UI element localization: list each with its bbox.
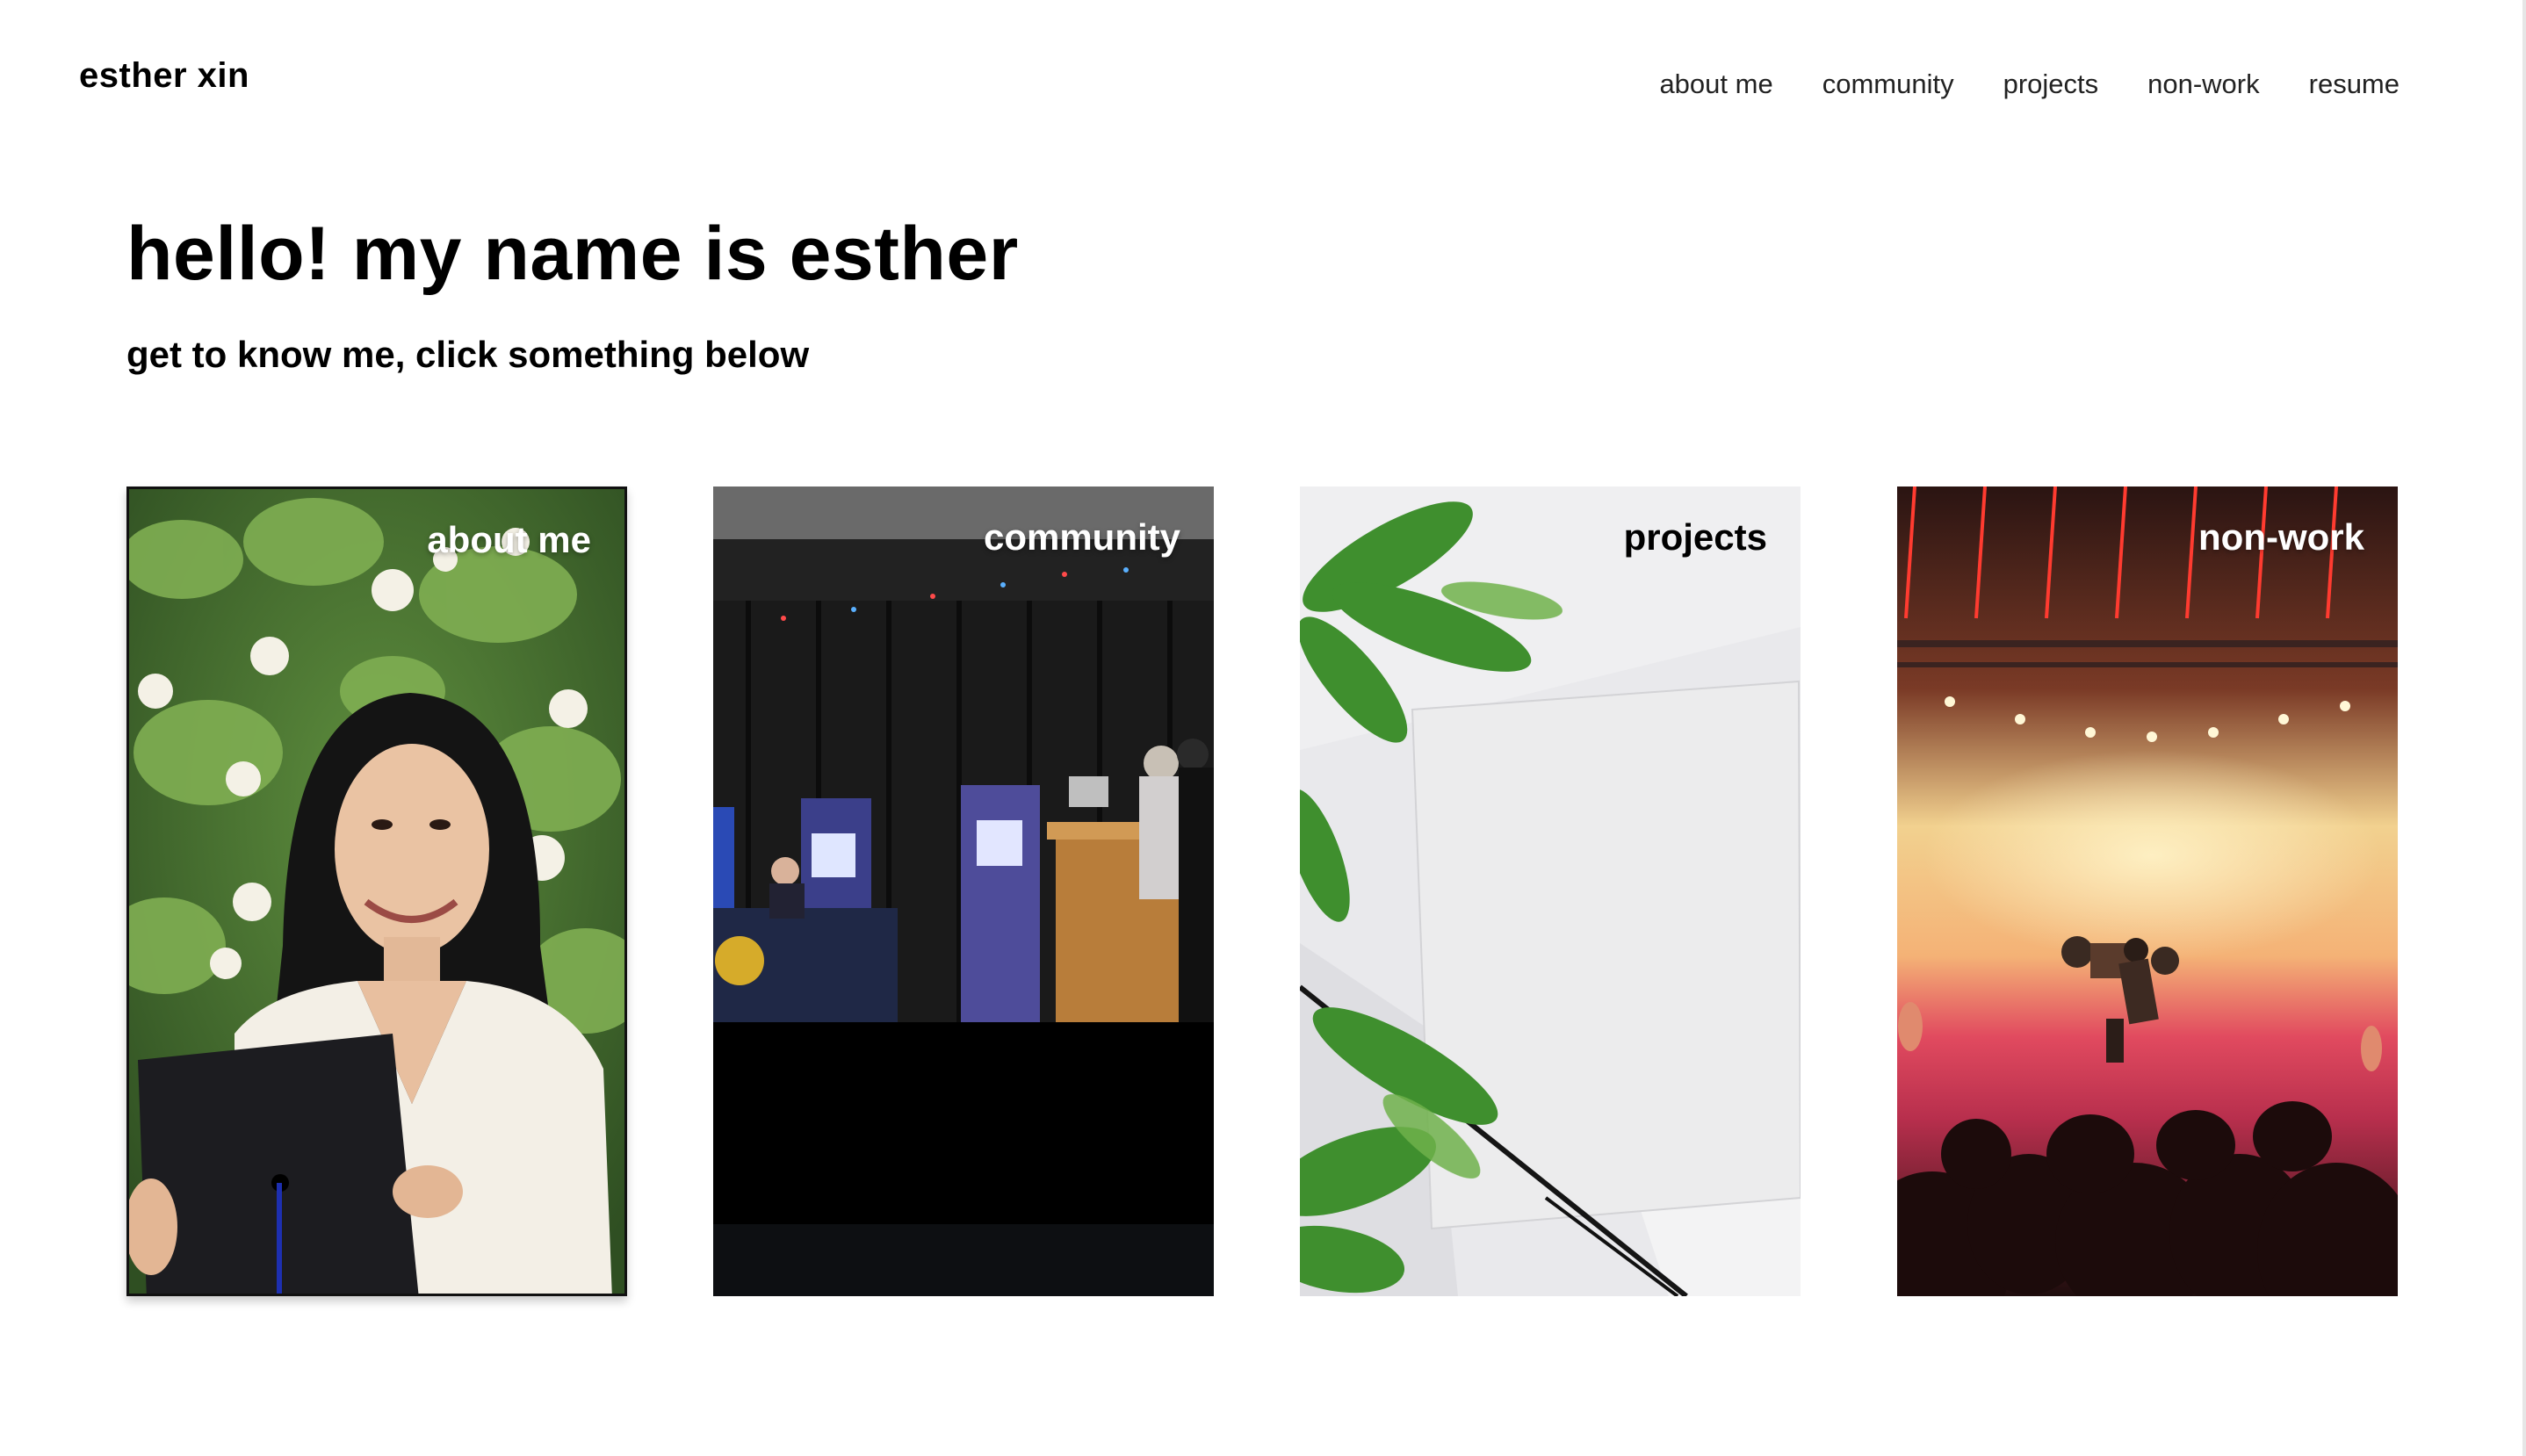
card-about-me[interactable]: about me: [126, 487, 627, 1296]
card-community[interactable]: community: [713, 487, 1214, 1296]
card-projects[interactable]: projects: [1300, 487, 1801, 1296]
graduation-portrait-photo: [129, 489, 624, 1294]
nav-projects[interactable]: projects: [2003, 68, 2099, 100]
card-label-community: community: [983, 516, 1180, 558]
card-label-non-work: non-work: [2198, 516, 2364, 558]
nav-resume[interactable]: resume: [2309, 68, 2400, 100]
hero-subtitle: get to know me, click something below: [126, 334, 810, 375]
top-nav: about me community projects non-work res…: [1659, 68, 2400, 100]
nav-non-work[interactable]: non-work: [2147, 68, 2260, 100]
blank-paper-with-leaves-photo: [1300, 487, 1801, 1296]
nav-community[interactable]: community: [1822, 68, 1954, 100]
card-label-about-me: about me: [427, 519, 591, 560]
site-title[interactable]: esther xin: [79, 56, 249, 96]
card-label-projects: projects: [1623, 516, 1767, 558]
page-scrollbar[interactable]: [2522, 0, 2526, 1456]
concert-photo: [1897, 487, 2398, 1296]
card-non-work[interactable]: non-work: [1897, 487, 2398, 1296]
home-page: esther xin about me community projects n…: [0, 0, 2526, 1456]
nav-about-me[interactable]: about me: [1659, 68, 1772, 100]
stage-event-photo: [713, 487, 1214, 1296]
hero-title: hello! my name is esther: [126, 212, 1019, 296]
